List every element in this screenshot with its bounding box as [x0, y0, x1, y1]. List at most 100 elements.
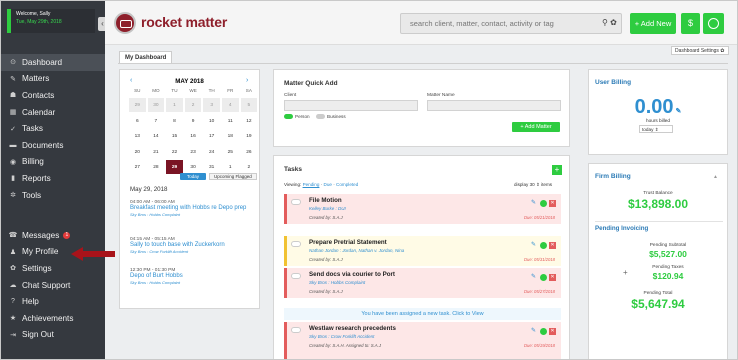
calendar-day[interactable]: 2: [183, 97, 203, 113]
assigned-notice[interactable]: You have been assigned a new task. Click…: [284, 308, 561, 320]
calendar-day[interactable]: 22: [165, 143, 184, 159]
edit-icon[interactable]: ✎: [674, 108, 682, 115]
calendar-day[interactable]: 1: [165, 97, 184, 113]
edit-icon[interactable]: ✎: [531, 242, 538, 249]
sidebar-item-dashboard[interactable]: ⊙ Dashboard: [1, 54, 105, 71]
dashboard-settings-button[interactable]: Dashboard Settings ✿: [671, 46, 729, 55]
sidebar-item-contacts[interactable]: ☗ Contacts: [1, 87, 105, 104]
calendar-day[interactable]: 13: [128, 128, 147, 144]
task-complete-toggle[interactable]: [291, 199, 301, 205]
calendar-day[interactable]: 19: [239, 128, 259, 144]
calendar-day[interactable]: 7: [146, 112, 166, 128]
calendar-day[interactable]: 5: [239, 97, 259, 113]
collapse-caret-icon[interactable]: ▲: [713, 174, 718, 180]
bill-icon[interactable]: [540, 200, 547, 207]
task-row[interactable]: Prepare Pretrial Statement Nathan Jordan …: [284, 236, 561, 266]
calendar-day[interactable]: 3: [202, 97, 221, 113]
sidebar-item-billing[interactable]: ◉ Billing: [1, 154, 105, 171]
event-item[interactable]: 04:00 AM - 06:00 AM Breakfast meeting wi…: [130, 200, 258, 217]
bill-icon[interactable]: [540, 242, 547, 249]
today-button[interactable]: Today: [180, 173, 207, 180]
edit-icon[interactable]: ✎: [531, 328, 538, 335]
calendar-day[interactable]: 9: [183, 112, 203, 128]
client-input[interactable]: [284, 100, 418, 111]
calendar-day[interactable]: 28: [146, 159, 166, 175]
event-matter[interactable]: Sky Bros : Hobbs Complaint: [130, 212, 258, 217]
event-name[interactable]: Depo of Burt Hobbs: [130, 273, 258, 280]
task-name[interactable]: Westlaw research precedents: [309, 325, 396, 332]
event-name[interactable]: Sally to touch base with Zuckerkorn: [130, 242, 258, 249]
business-toggle[interactable]: Business: [316, 114, 346, 120]
calendar-day[interactable]: 10: [202, 112, 221, 128]
bill-icon[interactable]: [540, 274, 547, 281]
task-complete-toggle[interactable]: [291, 241, 301, 247]
sidebar-item-calendar[interactable]: ▦ Calendar: [1, 104, 105, 121]
calendar-day[interactable]: 21: [146, 143, 166, 159]
event-matter[interactable]: Sky Bros : Crow Forklift Accident: [130, 249, 258, 254]
calendar-day[interactable]: 23: [183, 143, 203, 159]
edit-icon[interactable]: ✎: [531, 200, 538, 207]
calendar-day[interactable]: 8: [165, 112, 184, 128]
sidebar-item-reports[interactable]: ▮ Reports: [1, 170, 105, 187]
brand-name[interactable]: rocket matter: [141, 14, 227, 30]
timer-icon[interactable]: [703, 13, 724, 34]
search-input[interactable]: [400, 13, 622, 34]
period-select[interactable]: today ⇕: [639, 125, 673, 133]
filter-completed[interactable]: Completed: [336, 182, 358, 187]
task-row[interactable]: File Motion Kelley Burke : DUI Created by:…: [284, 194, 561, 224]
calendar-day[interactable]: 24: [202, 143, 221, 159]
sidebar-item-tasks[interactable]: ✓ Tasks: [1, 120, 105, 137]
sidebar-item-help[interactable]: ? Help: [1, 293, 105, 310]
search-icon[interactable]: ⚲ ✿: [602, 18, 617, 27]
calendar-day[interactable]: 20: [128, 143, 147, 159]
calendar-day[interactable]: 25: [220, 143, 240, 159]
calendar-day[interactable]: 14: [146, 128, 166, 144]
calendar-day[interactable]: 30: [146, 97, 166, 113]
sidebar-item-matters[interactable]: ✎ Matters: [1, 71, 105, 88]
calendar-day[interactable]: 16: [183, 128, 203, 144]
calendar-day[interactable]: 11: [220, 112, 240, 128]
calendar-day[interactable]: 18: [220, 128, 240, 144]
sidebar-item-sign-out[interactable]: ⇥ Sign Out: [1, 327, 105, 344]
event-name[interactable]: Breakfast meeting with Hobbs re Depo pre…: [130, 205, 258, 212]
matter-name-input[interactable]: [427, 100, 561, 111]
add-new-button[interactable]: + Add New: [630, 13, 676, 34]
task-row[interactable]: Send docs via courier to Port Sky Bros : …: [284, 268, 561, 298]
task-matter[interactable]: Kelley Burke : DUI: [309, 206, 346, 211]
filter-pending[interactable]: Pending: [303, 182, 320, 187]
event-item[interactable]: 04:15 AM - 05:15 AM Sally to touch base …: [130, 237, 258, 254]
task-row[interactable]: Westlaw research precedents Sky Bros : Cr…: [284, 322, 561, 359]
delete-icon[interactable]: ✕: [549, 274, 556, 281]
task-complete-toggle[interactable]: [291, 327, 301, 333]
task-name[interactable]: Send docs via courier to Port: [309, 271, 395, 278]
calendar-day[interactable]: 4: [220, 97, 240, 113]
add-matter-button[interactable]: + Add Matter: [512, 122, 560, 132]
task-complete-toggle[interactable]: [291, 273, 301, 279]
bill-icon[interactable]: [540, 328, 547, 335]
filter-due[interactable]: Due: [324, 182, 332, 187]
calendar-day[interactable]: 27: [128, 159, 147, 175]
dollar-icon[interactable]: $: [681, 13, 700, 34]
delete-icon[interactable]: ✕: [549, 200, 556, 207]
add-task-button[interactable]: +: [552, 165, 562, 175]
delete-icon[interactable]: ✕: [549, 328, 556, 335]
sidebar-item-chat-support[interactable]: ☁ Chat Support: [1, 277, 105, 294]
upcoming-flagged-button[interactable]: Upcoming Flagged: [209, 173, 257, 180]
task-matter[interactable]: Nathan Jordan : Jordan, Nathan v. Jordan…: [309, 248, 404, 253]
calendar-day[interactable]: 15: [165, 128, 184, 144]
task-name[interactable]: File Motion: [309, 197, 342, 204]
delete-icon[interactable]: ✕: [549, 242, 556, 249]
task-matter[interactable]: Sky Bros : Hobbs Complaint: [309, 280, 365, 285]
event-matter[interactable]: Sky Bros : Hobbs Complaint: [130, 280, 258, 285]
calendar-day[interactable]: 6: [128, 112, 147, 128]
calendar-day[interactable]: 17: [202, 128, 221, 144]
task-name[interactable]: Prepare Pretrial Statement: [309, 239, 387, 246]
task-matter[interactable]: Sky Bros : Crow Forklift Accident: [309, 334, 374, 339]
display-count[interactable]: display 30 ⇕ items: [514, 182, 552, 188]
calendar-day[interactable]: 26: [239, 143, 259, 159]
event-item[interactable]: 12:30 PM - 01:30 PM Depo of Burt Hobbs S…: [130, 268, 258, 285]
calendar-day[interactable]: 29: [128, 97, 147, 113]
edit-icon[interactable]: ✎: [531, 274, 538, 281]
calendar-day[interactable]: 12: [239, 112, 259, 128]
sidebar-item-settings[interactable]: ✿ Settings: [1, 260, 105, 277]
